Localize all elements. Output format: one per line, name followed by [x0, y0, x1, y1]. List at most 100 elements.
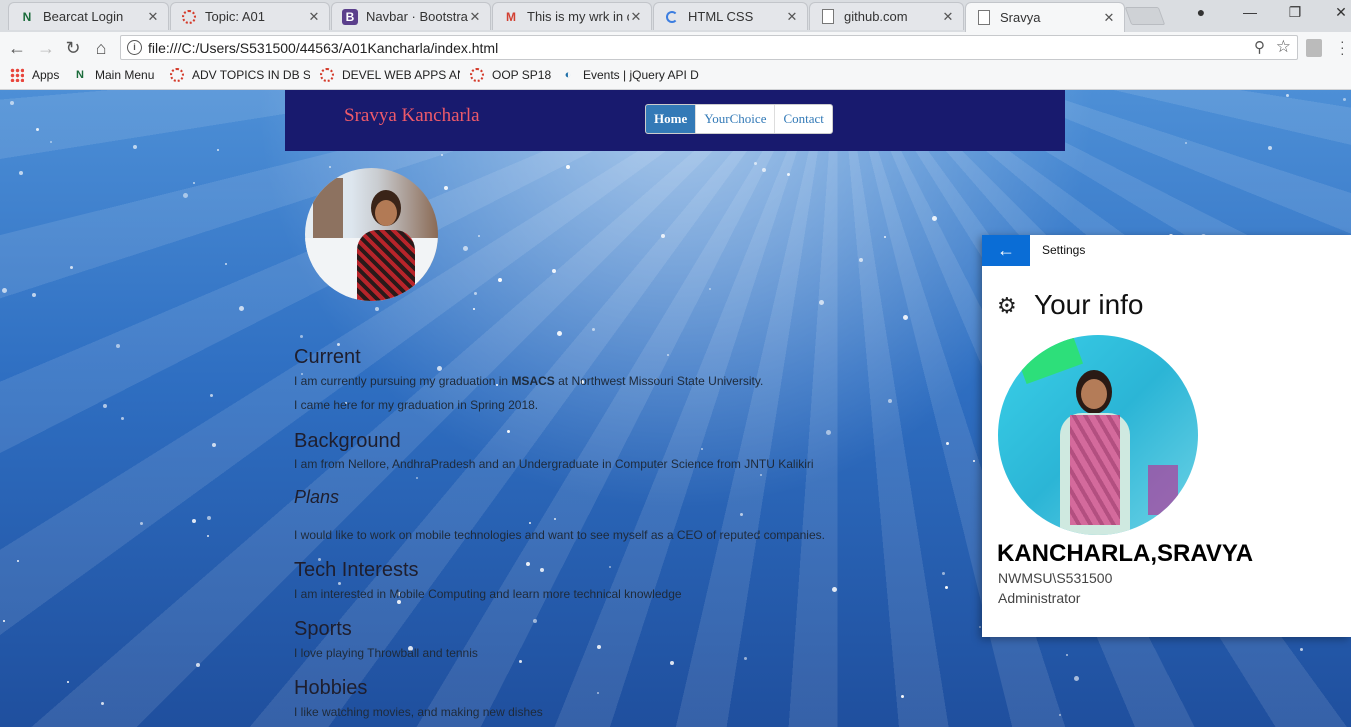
snow-dot	[1074, 676, 1079, 681]
snow-dot	[979, 626, 981, 628]
address-bar[interactable]: i file:///C:/Users/S531500/44563/A01Kanc…	[120, 35, 1298, 60]
snow-dot	[945, 586, 948, 589]
snow-dot	[942, 572, 945, 575]
snow-dot	[329, 166, 331, 168]
browser-tab[interactable]: github.com ✕	[809, 2, 964, 30]
url-text[interactable]: file:///C:/Users/S531500/44563/A01Kancha…	[148, 40, 498, 56]
bookmark-item[interactable]: DEVEL WEB APPS AN	[320, 68, 460, 82]
snow-dot	[1185, 142, 1187, 144]
snow-dot	[193, 182, 195, 184]
snow-dot	[70, 266, 73, 269]
section-heading: Sports	[294, 618, 352, 640]
site-brand[interactable]: Sravya Kancharla	[344, 105, 480, 127]
snow-dot	[859, 258, 863, 262]
bookmark-item[interactable]: ADV TOPICS IN DB S	[170, 68, 310, 82]
nav-contact[interactable]: Contact	[774, 105, 831, 133]
snow-dot	[1286, 94, 1289, 97]
ring-icon	[470, 68, 484, 82]
snow-dot	[207, 516, 211, 520]
snow-dot	[19, 171, 23, 175]
new-tab-button[interactable]	[1124, 7, 1166, 25]
bookmark-item[interactable]: Apps	[10, 68, 59, 82]
tab-title: Navbar · Bootstrap	[366, 9, 468, 24]
menu-icon[interactable]: · · ·	[1340, 34, 1345, 60]
browser-tab[interactable]: M This is my wrk in c ✕	[492, 2, 652, 30]
bookmark-label: DEVEL WEB APPS AN	[342, 68, 460, 82]
back-arrow-icon[interactable]: ←	[982, 235, 1030, 266]
forward-button[interactable]: →	[35, 37, 57, 59]
section-heading: Current	[294, 346, 361, 368]
text-span: I love playing Throwball and tennis	[294, 646, 478, 660]
home-button[interactable]: ⌂	[90, 37, 112, 59]
browser-tab[interactable]: N Bearcat Login ✕	[8, 2, 169, 30]
bookmark-label: Apps	[32, 68, 60, 82]
snow-dot	[437, 366, 442, 371]
snow-dot	[592, 328, 595, 331]
close-tab-icon[interactable]: ✕	[146, 9, 160, 25]
section-text: I love playing Throwball and tennis	[294, 646, 478, 660]
snow-dot	[444, 186, 448, 190]
account-role: Administrator	[998, 590, 1081, 606]
snow-dot	[552, 269, 556, 273]
loading-spinner-icon	[664, 9, 680, 25]
snow-dot	[701, 448, 703, 450]
snow-dot	[207, 535, 209, 537]
reload-button[interactable]: ↻	[62, 37, 84, 59]
bootstrap-icon: B	[342, 8, 358, 25]
browser-tab[interactable]: B Navbar · Bootstrap ✕	[331, 2, 491, 30]
snow-dot	[133, 145, 137, 149]
snow-dot	[932, 216, 937, 221]
snow-dot	[474, 292, 477, 295]
extension-icon[interactable]	[1306, 39, 1322, 57]
info-icon[interactable]: i	[127, 40, 142, 55]
tab-title: github.com	[844, 9, 908, 24]
tab-title: Sravya	[1000, 10, 1041, 25]
back-button[interactable]: ←	[6, 37, 28, 59]
restore-button[interactable]: ❐	[1277, 4, 1313, 24]
text-span: I like watching movies, and making new d…	[294, 705, 543, 719]
snow-dot	[473, 308, 475, 310]
snow-dot	[300, 335, 303, 338]
snow-dot	[416, 477, 418, 479]
snow-dot	[121, 417, 124, 420]
bookmark-item[interactable]: OOP SP18	[470, 68, 551, 82]
snow-dot	[239, 306, 244, 311]
browser-tab[interactable]: HTML CSS ✕	[653, 2, 808, 30]
bookmark-star-icon[interactable]: ☆	[1276, 37, 1291, 57]
browser-tab[interactable]: Topic: A01 ✕	[170, 2, 330, 30]
snow-dot	[754, 162, 757, 165]
snow-dot	[196, 663, 200, 667]
snow-dot	[225, 263, 227, 265]
section-heading: Plans	[294, 487, 340, 507]
section-heading: Background	[294, 430, 401, 452]
zoom-icon[interactable]: ⚲	[1254, 38, 1265, 56]
tab-title: This is my wrk in c	[527, 9, 629, 24]
snow-dot	[101, 702, 104, 705]
close-tab-icon[interactable]: ✕	[307, 9, 321, 25]
profile-icon[interactable]: ●	[1183, 4, 1219, 24]
browser-tab-active[interactable]: Sravya ✕	[965, 2, 1125, 32]
snow-dot	[1343, 98, 1346, 101]
snow-dot	[529, 522, 531, 524]
snow-dot	[557, 331, 562, 336]
close-tab-icon[interactable]: ✕	[785, 9, 799, 25]
site-navbar: Sravya Kancharla Home YourChoice Contact	[285, 90, 1065, 151]
nav-home[interactable]: Home	[646, 105, 696, 133]
ring-icon	[320, 68, 334, 82]
close-tab-icon[interactable]: ✕	[1102, 10, 1116, 26]
close-tab-icon[interactable]: ✕	[629, 9, 643, 25]
bookmark-item[interactable]: ◐ Events | jQuery API D	[561, 68, 701, 82]
minimize-button[interactable]: —	[1232, 4, 1268, 24]
snow-dot	[670, 661, 674, 665]
nav-yourchoice[interactable]: YourChoice	[695, 105, 774, 133]
settings-window: ← Settings ⚙ Your info KANCHARLA,SRAVYA …	[982, 235, 1351, 637]
close-window-button[interactable]: ✕	[1323, 4, 1351, 24]
snow-dot	[519, 660, 522, 663]
account-id: NWMSU\S531500	[998, 570, 1113, 586]
bold-text-span: MSACS	[511, 374, 555, 388]
bookmark-item[interactable]: N Main Menu	[73, 68, 154, 82]
snow-dot	[1300, 648, 1303, 651]
section-text: I like watching movies, and making new d…	[294, 705, 543, 719]
close-tab-icon[interactable]: ✕	[468, 9, 482, 25]
close-tab-icon[interactable]: ✕	[941, 9, 955, 25]
